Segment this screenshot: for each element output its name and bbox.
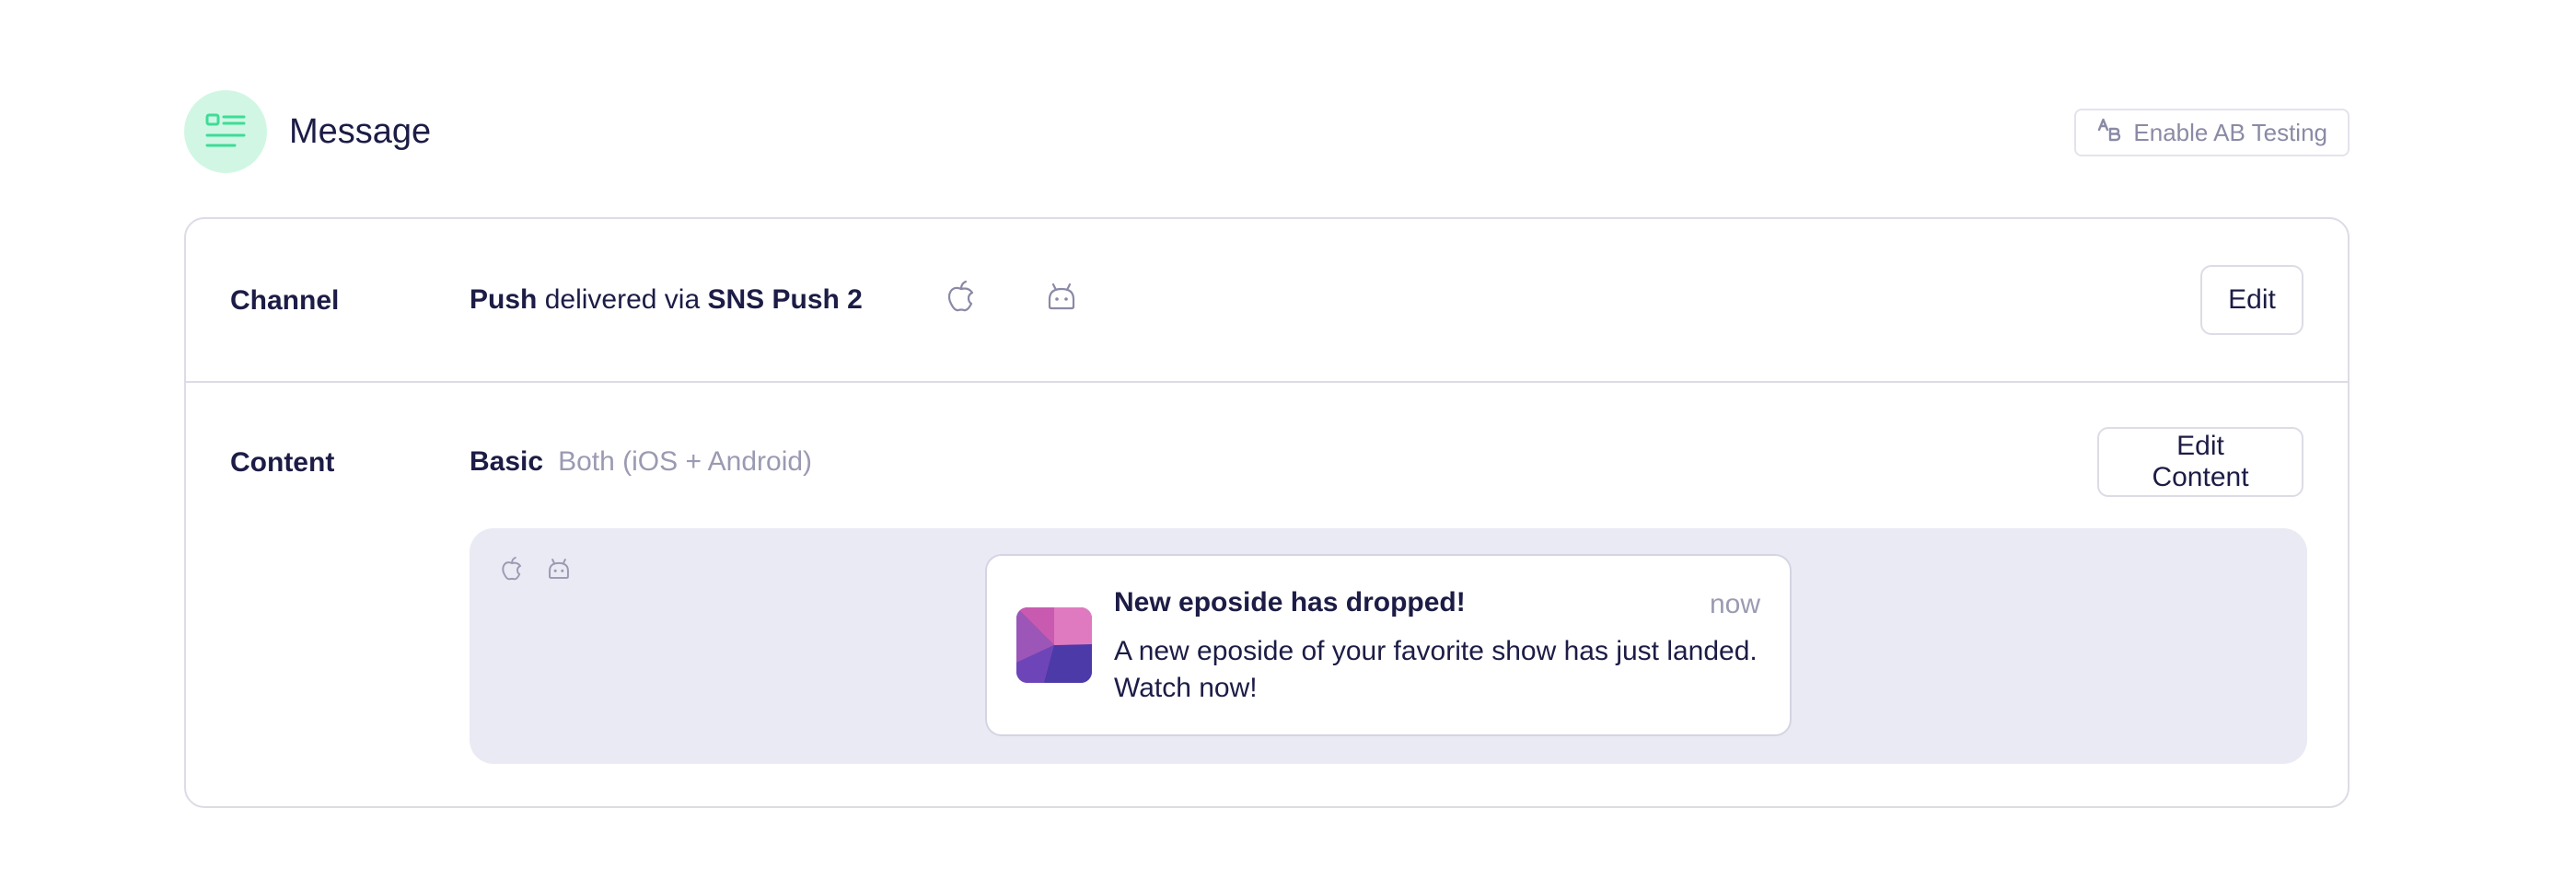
push-notification-card: New eposide has dropped! now A new eposi… — [985, 554, 1792, 736]
message-list-icon — [184, 90, 267, 173]
message-card: Channel Push delivered via SNS Push 2 Ed… — [184, 217, 2350, 808]
notification-preview: New eposide has dropped! now A new eposi… — [470, 528, 2307, 764]
edit-content-button[interactable]: Edit Content — [2097, 427, 2303, 497]
ab-testing-label: Enable AB Testing — [2133, 118, 2327, 146]
ab-testing-icon — [2096, 117, 2122, 149]
content-summary: Basic Both (iOS + Android) — [470, 442, 812, 482]
android-icon[interactable] — [547, 557, 571, 585]
enable-ab-testing-button[interactable]: Enable AB Testing — [2074, 109, 2350, 156]
notification-title: New eposide has dropped! — [1114, 587, 1466, 618]
row-divider — [186, 381, 2348, 383]
edit-channel-button[interactable]: Edit — [2200, 265, 2303, 335]
android-icon — [985, 249, 1078, 351]
notification-time: now — [1709, 589, 1760, 619]
page-title: Message — [289, 112, 432, 151]
channel-summary: Push delivered via SNS Push 2 — [470, 280, 1077, 320]
content-platforms: Both (iOS + Android) — [558, 446, 813, 477]
preview-platform-toggles — [501, 556, 571, 586]
content-type: Basic — [470, 446, 544, 477]
apple-icon — [885, 248, 976, 352]
channel-platform-icons — [885, 248, 1077, 352]
channel-connector-text: delivered via — [537, 284, 708, 315]
channel-label: Channel — [230, 285, 340, 316]
message-section-header: Message Enable AB Testing — [184, 90, 2350, 175]
channel-type: Push — [470, 284, 538, 315]
app-icon — [1016, 607, 1092, 683]
apple-icon[interactable] — [501, 556, 523, 586]
notification-body: A new eposide of your favorite show has … — [1114, 636, 1758, 703]
channel-provider: SNS Push 2 — [707, 284, 863, 315]
content-label: Content — [230, 447, 335, 478]
